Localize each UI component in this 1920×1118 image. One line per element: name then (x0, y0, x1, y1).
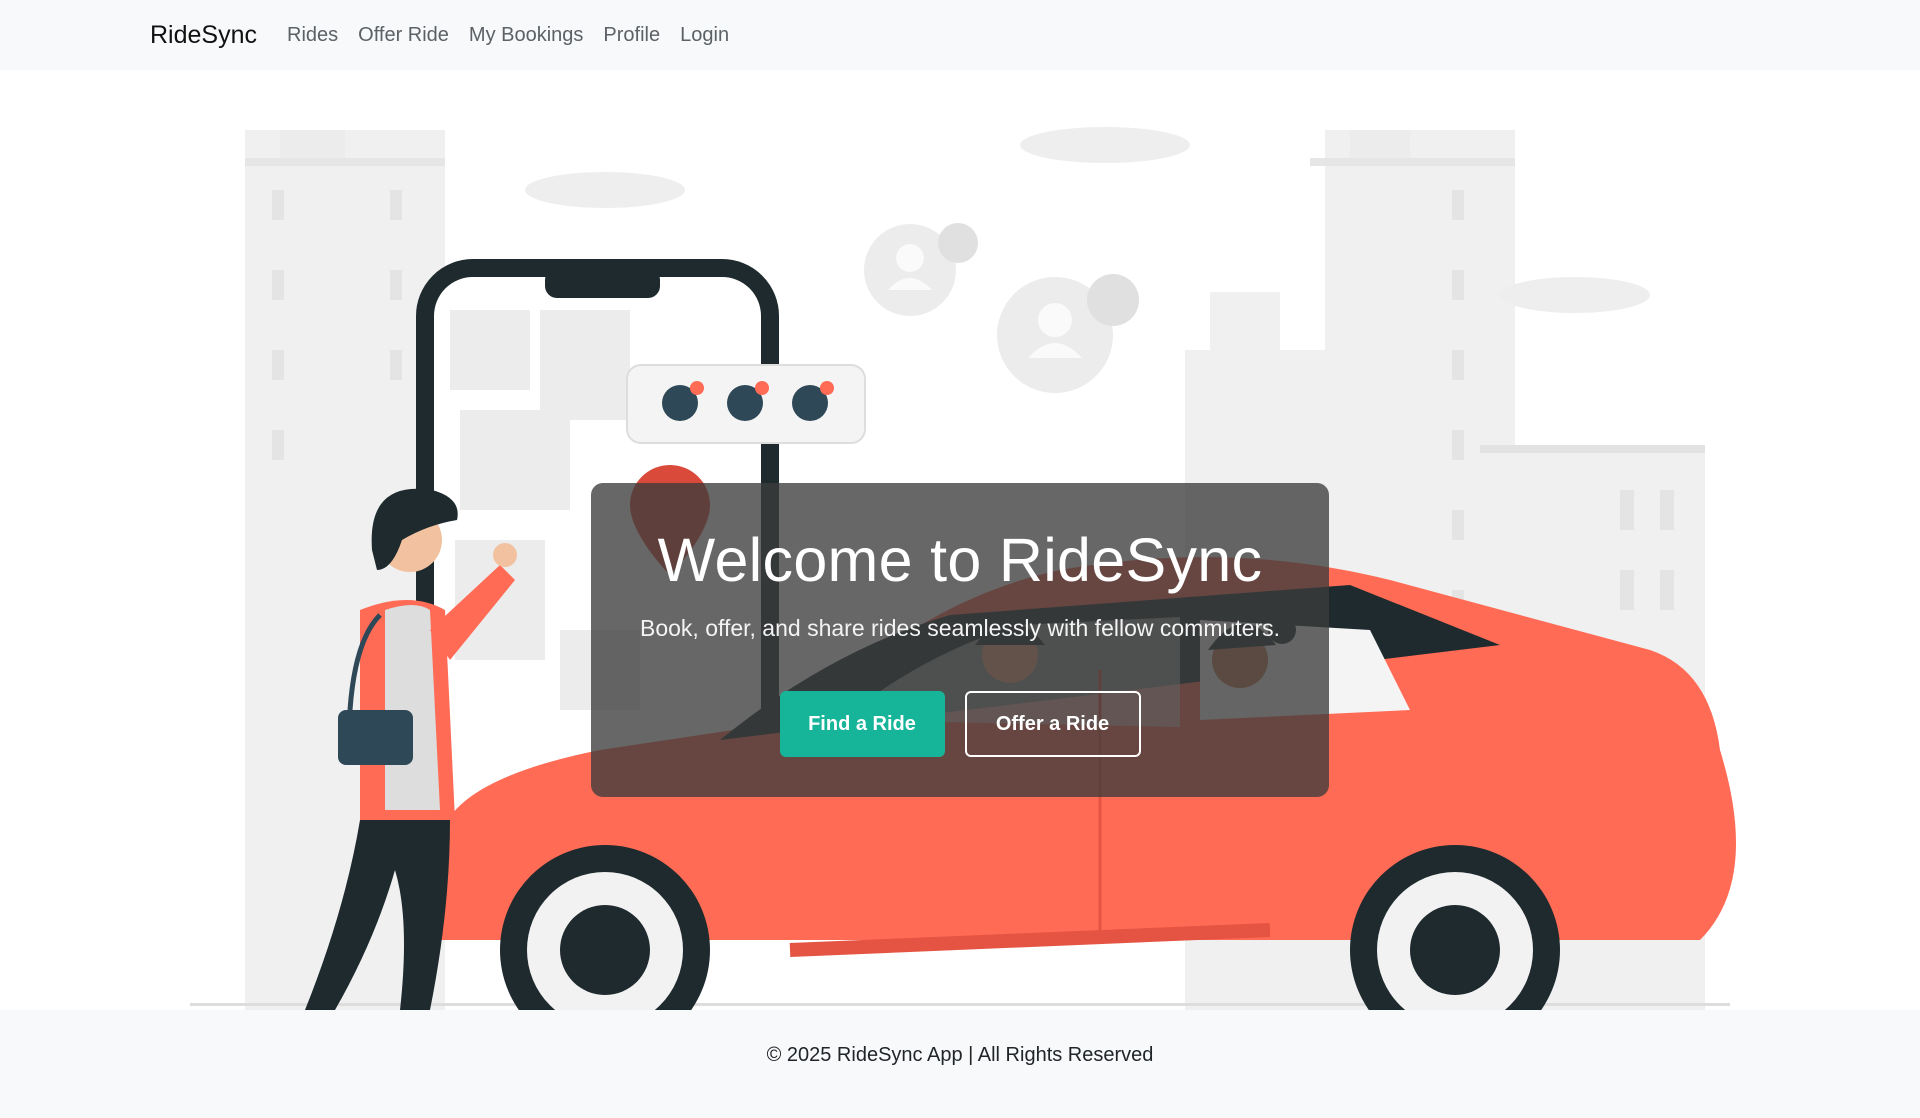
navbar: RideSync Rides Offer Ride My Bookings Pr… (0, 0, 1920, 70)
nav-link-rides[interactable]: Rides (287, 24, 338, 47)
offer-ride-button[interactable]: Offer a Ride (964, 691, 1141, 757)
hero-button-row: Find a Ride Offer a Ride (591, 691, 1329, 757)
nav-link-my-bookings[interactable]: My Bookings (469, 24, 584, 47)
hero-overlay-card: Welcome to RideSync Book, offer, and sha… (591, 483, 1329, 797)
hero-title: Welcome to RideSync (657, 526, 1263, 594)
hero-section: Welcome to RideSync Book, offer, and sha… (0, 70, 1920, 1010)
brand-logo[interactable]: RideSync (150, 21, 257, 50)
find-ride-button[interactable]: Find a Ride (779, 691, 945, 757)
footer-copyright: © 2025 RideSync App | All Rights Reserve… (766, 1044, 1154, 1066)
nav-link-profile[interactable]: Profile (603, 24, 660, 47)
nav-link-offer-ride[interactable]: Offer Ride (358, 24, 449, 47)
nav-link-login[interactable]: Login (680, 24, 729, 47)
hero-subtitle: Book, offer, and share rides seamlessly … (639, 615, 1280, 641)
footer: © 2025 RideSync App | All Rights Reserve… (0, 1010, 1920, 1118)
